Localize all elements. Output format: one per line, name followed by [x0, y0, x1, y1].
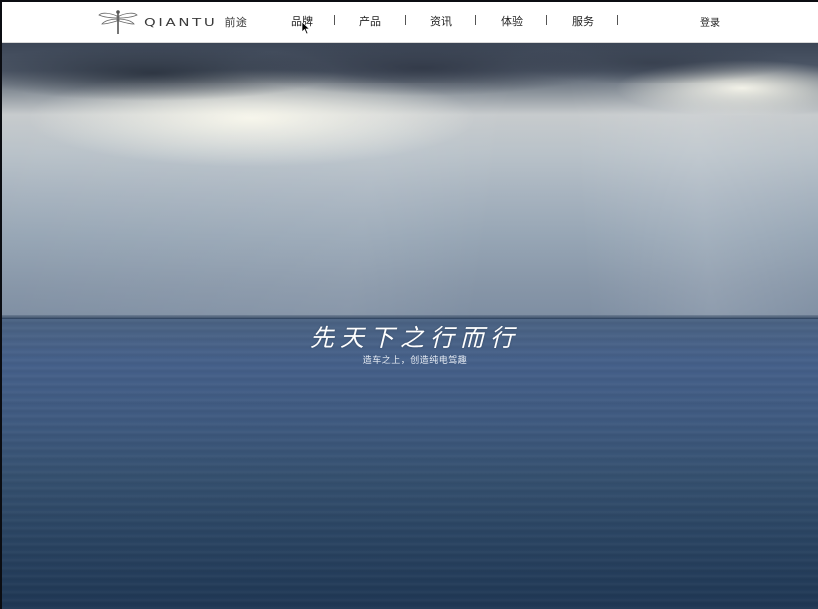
hero-subtitle: 造车之上，创造纯电驾趣	[362, 356, 468, 366]
sun-rays	[2, 83, 818, 323]
cursor-icon	[301, 21, 311, 35]
nav-divider	[475, 15, 476, 25]
nav-divider	[546, 15, 547, 25]
top-navigation-bar: QIANTU 前途 品牌 产品 资讯 体验 服务 登录	[2, 2, 818, 43]
hero-title: 先天下之行而行	[310, 324, 520, 352]
login-link[interactable]: 登录	[700, 14, 720, 29]
nav-item-service[interactable]: 服务	[572, 13, 594, 29]
nav-item-news[interactable]: 资讯	[430, 13, 452, 29]
hero-banner: 先天下之行而行 造车之上，创造纯电驾趣	[2, 43, 818, 609]
logo-wordmark: QIANTU	[144, 15, 218, 29]
nav-item-experience[interactable]: 体验	[501, 13, 523, 29]
nav-item-products[interactable]: 产品	[359, 13, 381, 29]
nav-divider	[405, 15, 406, 25]
logo-chinese-name: 前途	[224, 16, 248, 29]
dragonfly-icon	[98, 10, 138, 34]
brand-logo[interactable]: QIANTU 前途	[98, 7, 247, 37]
nav-divider	[334, 15, 335, 25]
browser-viewport: QIANTU 前途 品牌 产品 资讯 体验 服务 登录 先天下之行而行 造车之上…	[2, 2, 818, 609]
nav-divider	[617, 15, 618, 25]
